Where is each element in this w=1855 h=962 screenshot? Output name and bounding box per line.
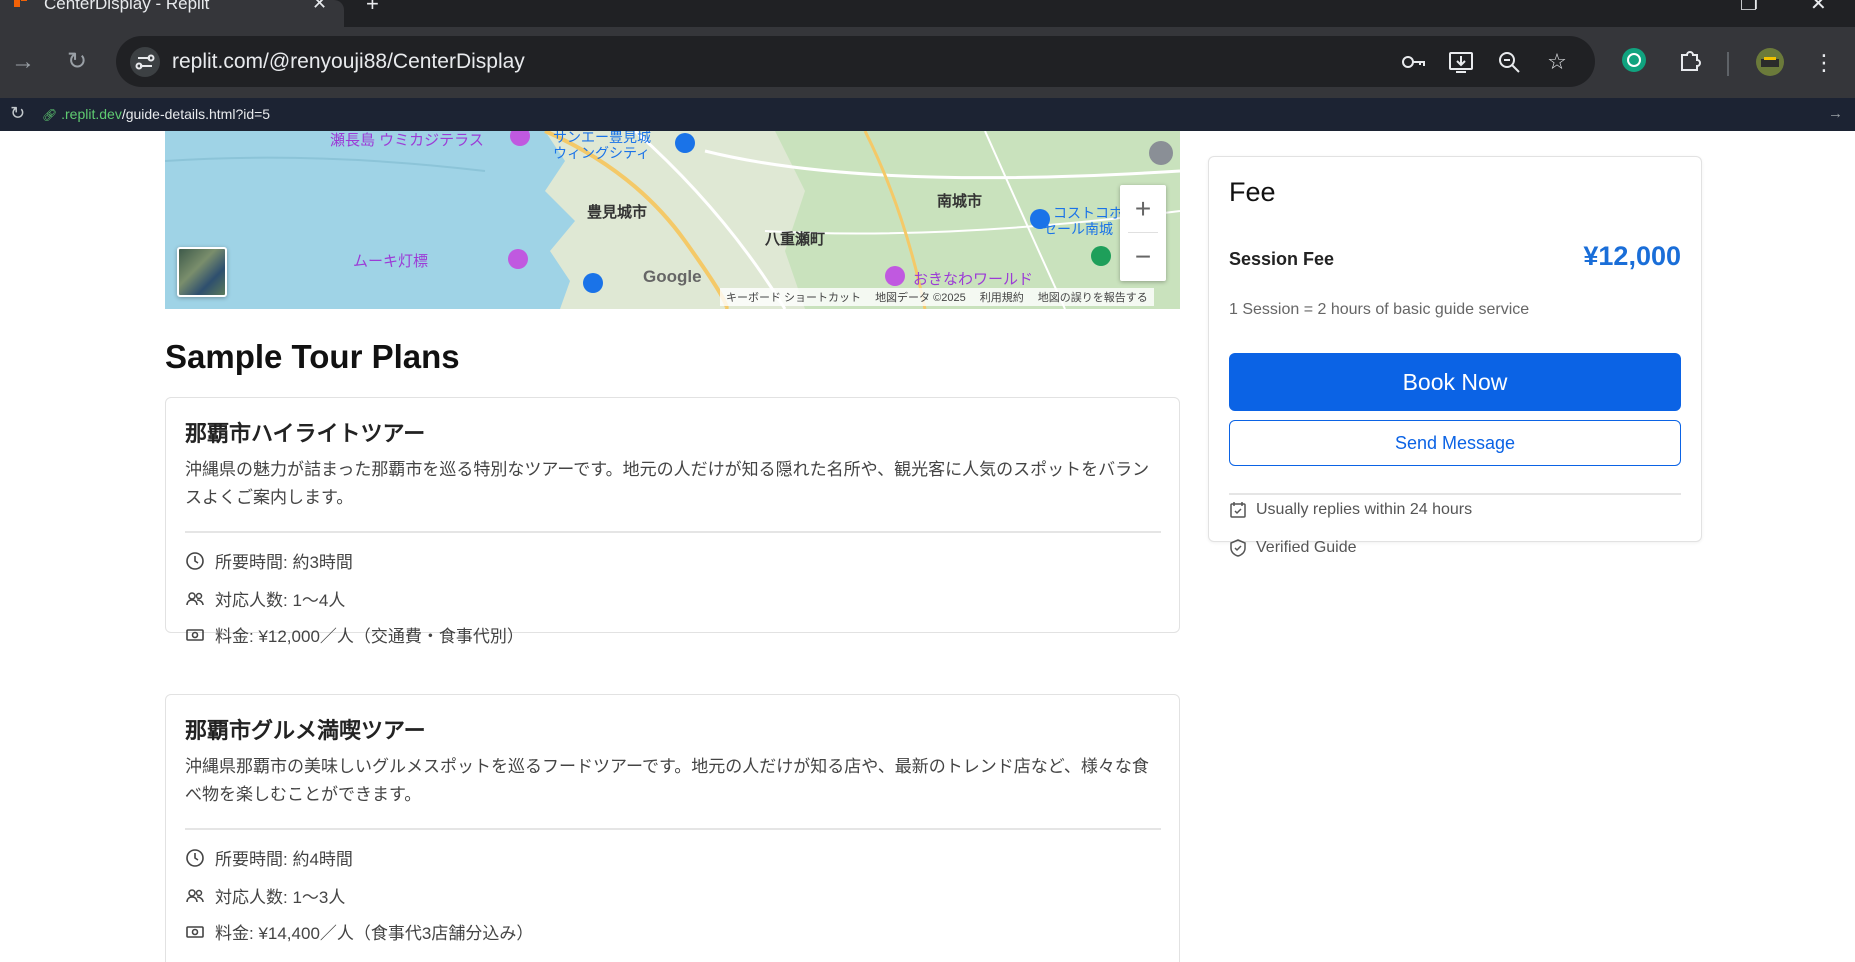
map-label-wing-city: ウィングシティ	[553, 145, 651, 161]
keyboard-shortcuts-link[interactable]: キーボード ショートカット	[726, 289, 861, 305]
terms-link[interactable]: 利用規約	[980, 289, 1024, 305]
tour-card: 那覇市グルメ満喫ツアー 沖縄県那覇市の美味しいグルメスポットを巡るフードツアーで…	[165, 694, 1180, 962]
close-window-icon[interactable]: ✕	[1810, 0, 1827, 16]
tour-people-text: 対応人数: 1〜4人	[215, 591, 346, 610]
verified-info: Verified Guide	[1229, 539, 1357, 557]
zoom-divider	[1128, 232, 1158, 233]
preview-url-path: /guide-details.html?id=5	[121, 106, 271, 122]
send-message-button[interactable]: Send Message	[1229, 420, 1681, 466]
report-error-link[interactable]: 地図の誤りを報告する	[1038, 289, 1148, 305]
map-footer: キーボード ショートカット 地図データ ©2025 利用規約 地図の誤りを報告す…	[720, 288, 1154, 306]
session-fee-label: Session Fee	[1229, 249, 1335, 269]
tab-close-icon[interactable]: ✕	[312, 0, 327, 14]
money-icon	[186, 925, 204, 938]
tour-people: 対応人数: 1〜3人	[185, 883, 345, 908]
preview-url[interactable]: 🔗︎ .replit.dev/guide-details.html?id=5	[42, 106, 270, 122]
tour-duration: 所要時間: 約3時間	[185, 548, 353, 573]
reload-icon[interactable]: ↻	[62, 47, 92, 77]
tour-price: 料金: ¥12,000／人（交通費・食事代別）	[185, 622, 524, 647]
section-title: Sample Tour Plans	[165, 338, 460, 375]
reply-time-text: Usually replies within 24 hours	[1256, 501, 1473, 518]
tour-price-text: 料金: ¥14,400／人（食事代3店舗分込み）	[215, 924, 534, 943]
active-tab[interactable]: CenterDisplay - Replit ✕	[0, 0, 344, 27]
tour-duration-text: 所要時間: 約3時間	[215, 553, 353, 572]
site-info-icon[interactable]	[130, 47, 160, 77]
tour-title: 那覇市ハイライトツアー	[185, 421, 426, 446]
tour-title: 那覇市グルメ満喫ツアー	[185, 718, 426, 743]
new-tab-icon[interactable]: +	[366, 0, 379, 17]
people-icon	[186, 888, 204, 902]
tour-people: 対応人数: 1〜4人	[185, 586, 345, 611]
bookmark-star-icon[interactable]: ☆	[1542, 48, 1572, 76]
clock-icon	[186, 551, 204, 570]
tour-people-text: 対応人数: 1〜3人	[215, 888, 346, 907]
people-icon	[186, 591, 204, 605]
toolbar-divider	[1727, 52, 1729, 76]
preview-url-domain: .replit.dev	[61, 106, 122, 122]
preview-reload-icon[interactable]: ↻	[10, 103, 25, 124]
password-key-icon[interactable]	[1398, 48, 1428, 76]
tour-duration: 所要時間: 約4時間	[185, 845, 353, 870]
tour-price-text: 料金: ¥12,000／人（交通費・食事代別）	[215, 627, 524, 646]
verified-text: Verified Guide	[1256, 539, 1357, 556]
page-content: 瀬長島 ウミカジテラス サンエー豊見城 ウィングシティ 豊見城市 八重瀬町 南城…	[0, 131, 1855, 962]
map-data-credit: 地図データ ©2025	[875, 292, 966, 304]
tour-description: 沖縄県那覇市の美味しいグルメスポットを巡るフードツアーです。地元の人だけが知る店…	[185, 757, 1149, 804]
fee-card: Fee Session Fee ¥12,000 1 Session = 2 ho…	[1208, 156, 1702, 557]
url-text: replit.com/@renyouji88/CenterDisplay	[172, 50, 525, 73]
map-label-island: 瀬長島 ウミカジテラス	[330, 132, 484, 149]
map-type-toggle[interactable]	[177, 247, 227, 297]
browser-toolbar: → ↻ replit.com/@renyouji88/CenterDisplay…	[0, 27, 1855, 98]
restore-window-icon[interactable]: ❐	[1740, 0, 1758, 16]
card-divider	[185, 531, 1161, 533]
extensions-puzzle-icon[interactable]	[1674, 47, 1706, 79]
open-external-icon[interactable]: →	[1828, 105, 1843, 122]
tour-description: 沖縄県の魅力が詰まった那覇市を巡る特別なツアーです。地元の人だけが知る隠れた名所…	[185, 460, 1150, 507]
fee-title: Fee	[1229, 177, 1276, 207]
tab-strip: CenterDisplay - Replit ✕ + ❐ ✕	[0, 0, 1855, 27]
map-label-costco-2: セール南城	[1043, 221, 1113, 237]
tour-price: 料金: ¥14,400／人（食事代3店舗分込み）	[185, 919, 533, 944]
profile-avatar[interactable]	[1754, 47, 1786, 79]
tab-title: CenterDisplay - Replit	[44, 0, 210, 13]
forward-icon[interactable]: →	[8, 47, 38, 77]
tour-card: 那覇市ハイライトツアー 沖縄県の魅力が詰まった那覇市を巡る特別なツアーです。地元…	[165, 397, 1180, 646]
install-app-icon[interactable]	[1446, 48, 1476, 76]
replit-preview-bar: ↻ 🔗︎ .replit.dev/guide-details.html?id=5…	[0, 98, 1855, 131]
clock-icon	[186, 848, 204, 867]
google-logo: Google	[643, 267, 702, 286]
link-icon: 🔗︎	[42, 108, 58, 122]
address-bar[interactable]: replit.com/@renyouji88/CenterDisplay ☆	[116, 36, 1595, 87]
zoom-in-button[interactable]: +	[1120, 185, 1166, 233]
zoom-icon[interactable]	[1494, 48, 1524, 76]
map-label-yaese: 八重瀬町	[765, 231, 826, 248]
map-label-nanjo: 南城市	[937, 193, 983, 210]
map-label-tomigusuku: 豊見城市	[587, 204, 648, 221]
book-now-button[interactable]: Book Now	[1229, 353, 1681, 411]
tour-duration-text: 所要時間: 約4時間	[215, 850, 353, 869]
session-fee-price: ¥12,000	[1583, 241, 1681, 271]
fee-divider	[1229, 493, 1681, 495]
map-label-okinawa-world: おきなわワールド	[913, 271, 1034, 288]
session-note: 1 Session = 2 hours of basic guide servi…	[1229, 301, 1530, 318]
reply-time-info: Usually replies within 24 hours	[1229, 501, 1472, 519]
replit-favicon-icon	[14, 0, 28, 7]
shield-check-icon	[1230, 539, 1246, 557]
map-label-lighthouse: ムーキ灯標	[353, 253, 429, 270]
money-icon	[186, 628, 204, 641]
zoom-out-button[interactable]: −	[1120, 233, 1166, 281]
map-zoom-control: + −	[1120, 185, 1166, 281]
menu-kebab-icon[interactable]: ⋮	[1808, 47, 1840, 79]
calendar-check-icon	[1230, 502, 1246, 518]
location-map[interactable]: 瀬長島 ウミカジテラス サンエー豊見城 ウィングシティ 豊見城市 八重瀬町 南城…	[165, 131, 1180, 309]
card-divider	[185, 828, 1161, 830]
chatgpt-extension-icon[interactable]	[1618, 47, 1650, 79]
